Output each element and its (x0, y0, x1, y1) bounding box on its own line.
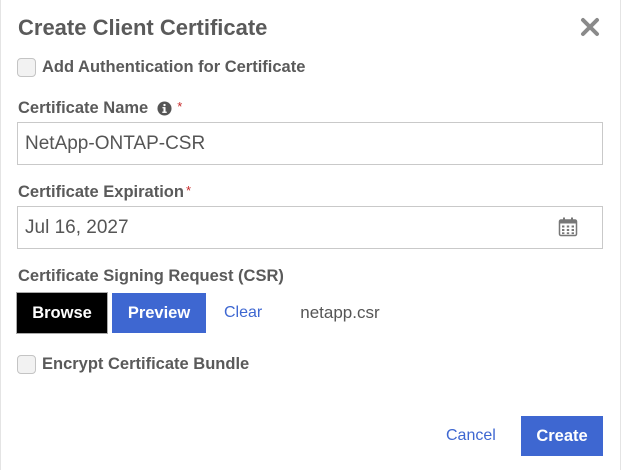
certificate-expiration-field (17, 206, 603, 249)
clear-link[interactable]: Clear (224, 304, 262, 322)
certificate-name-label-group: Certificate Name * (18, 99, 182, 118)
close-icon[interactable] (579, 16, 601, 38)
encrypt-checkbox[interactable] (17, 355, 36, 374)
certificate-expiration-label: Certificate Expiration (18, 183, 184, 201)
certificate-name-required-mark: * (177, 99, 183, 114)
preview-button[interactable]: Preview (112, 293, 206, 333)
certificate-expiration-required-mark: * (185, 183, 192, 198)
csr-filename: netapp.csr (300, 303, 380, 322)
calendar-icon[interactable] (558, 217, 578, 237)
csr-controls: Browse Preview Clear netapp.csr (17, 293, 380, 333)
auth-checkbox-label: Add Authentication for Certificate (42, 58, 306, 76)
create-button[interactable]: Create (521, 416, 603, 456)
cancel-button[interactable]: Cancel (446, 427, 496, 445)
certificate-name-label: Certificate Name (18, 99, 149, 117)
csr-label-group: Certificate Signing Request (CSR) (18, 267, 284, 286)
create-client-certificate-dialog: Create Client Certificate Add Authentica… (0, 0, 621, 470)
certificate-name-input[interactable] (17, 122, 603, 165)
info-icon[interactable] (157, 101, 172, 116)
auth-option-row: Add Authentication for Certificate (17, 58, 305, 77)
auth-checkbox[interactable] (17, 58, 36, 77)
certificate-expiration-label-group: Certificate Expiration * (18, 183, 191, 202)
certificate-expiration-input[interactable] (17, 206, 603, 249)
browse-button[interactable]: Browse (17, 293, 107, 333)
dialog-title: Create Client Certificate (18, 15, 268, 40)
encrypt-checkbox-label: Encrypt Certificate Bundle (42, 355, 250, 373)
encrypt-option-row: Encrypt Certificate Bundle (17, 355, 249, 374)
csr-label: Certificate Signing Request (CSR) (18, 267, 284, 285)
